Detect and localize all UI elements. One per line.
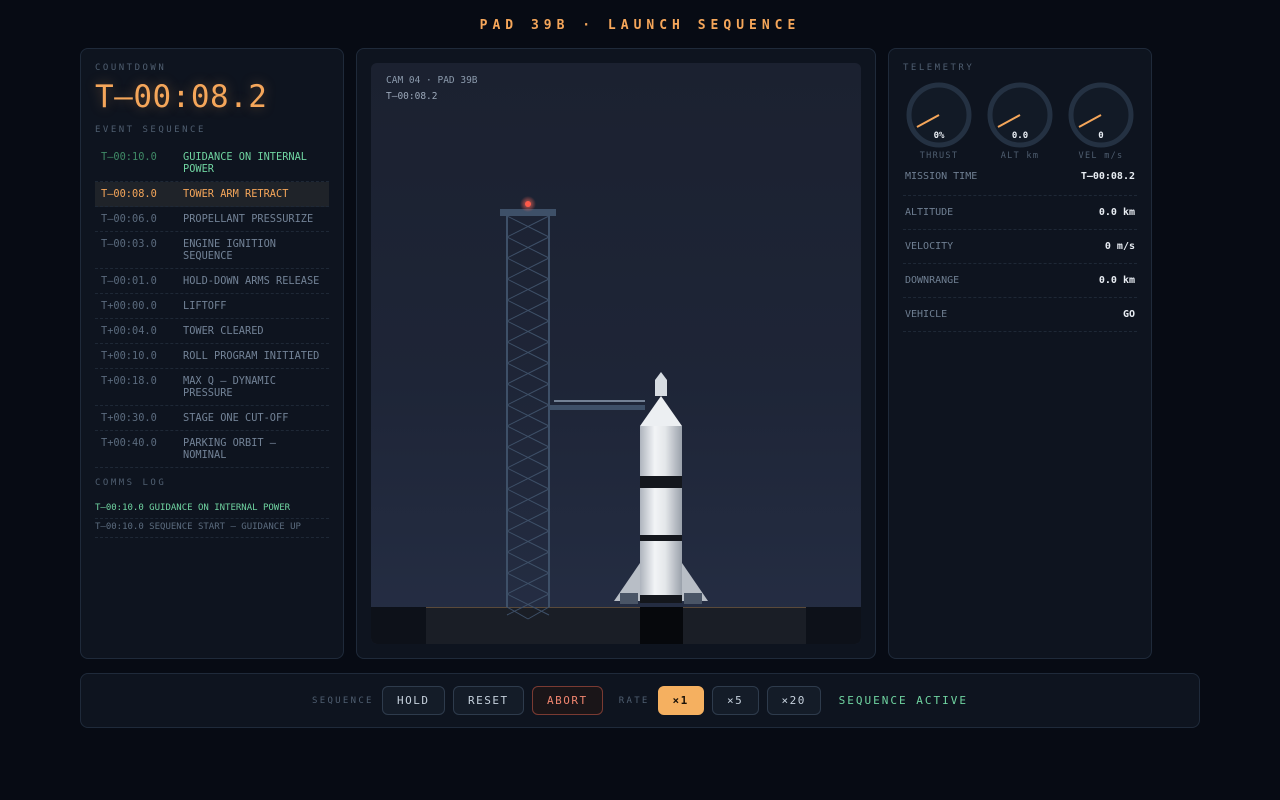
comms-entry: T—00:10.0 GUIDANCE ON INTERNAL POWER [95,500,329,519]
reset-button[interactable]: RESET [452,686,524,715]
telemetry-row: VELOCITY 0 m/s [903,230,1137,264]
telemetry-label: TELEMETRY [903,63,975,73]
event-time: T+00:18.0 [101,375,157,387]
event-row: T—00:06.0 PROPELLANT PRESSURIZE [95,207,329,232]
event-row: T+00:18.0 MAX Q — DYNAMIC PRESSURE [95,369,329,406]
gauge-alt: 0.0 ALT km [985,81,1055,161]
rate-label: RATE [618,695,650,706]
camera-panel: CAM 04 · PAD 39B T—00:08.2 [356,48,876,659]
comms-log-label: COMMS LOG [95,478,167,488]
event-sequence-label: EVENT SEQUENCE [95,125,206,135]
telemetry-row: MISSION TIME T—00:08.2 [903,171,1137,196]
event-description: TOWER CLEARED [183,325,264,337]
event-description: PROPELLANT PRESSURIZE [183,213,314,225]
event-description: GUIDANCE ON INTERNAL POWER [183,151,307,175]
event-row: T+00:10.0 ROLL PROGRAM INITIATED [95,344,329,369]
camera-viewport: CAM 04 · PAD 39B T—00:08.2 [371,63,861,644]
telemetry-row: ALTITUDE 0.0 km [903,196,1137,230]
event-row: T+00:40.0 PARKING ORBIT — NOMINAL [95,431,329,468]
telemetry-value: GO [1122,309,1135,320]
countdown-label: COUNTDOWN [95,63,167,73]
event-description: HOLD-DOWN ARMS RELEASE [183,275,320,287]
page-title: PAD 39B · LAUNCH SEQUENCE [479,18,801,33]
gauge-vel: 0 VEL m/s [1066,81,1136,161]
rate-button[interactable]: ×20 [766,686,821,715]
gauge-value: 0% [934,131,945,141]
beacon-light [525,201,531,207]
control-bar: SEQUENCE HOLD RESET ABORT RATE ×1 ×5 ×20 S… [80,673,1200,728]
telemetry-key: VEHICLE [905,309,948,320]
event-description: STAGE ONE CUT-OFF [183,412,289,424]
gauge-dial: 0.0 [987,82,1053,148]
telemetry-value: 0 m/s [1104,241,1135,252]
launch-tower [500,209,556,620]
countdown-panel: COUNTDOWN T—00:08.2 EVENT SEQUENCE T—00:… [80,48,344,659]
event-time: T+00:30.0 [101,412,157,424]
event-description: ROLL PROGRAM INITIATED [183,350,320,362]
event-row: T+00:04.0 TOWER CLEARED [95,319,329,344]
event-time: T—00:10.0 [101,151,157,163]
event-row: T—00:01.0 HOLD-DOWN ARMS RELEASE [95,269,329,294]
gauge-caption: THRUST [919,151,959,161]
event-row: T—00:03.0 ENGINE IGNITION SEQUENCE [95,232,329,269]
rate-button[interactable]: ×1 [657,686,704,715]
telemetry-panel: TELEMETRY 0% THRUST 0.0 ALT km 0 VEL m/s MISS… [888,48,1152,659]
event-description: ENGINE IGNITION SEQUENCE [183,238,276,262]
event-description: LIFTOFF [183,300,227,312]
event-time: T+00:00.0 [101,300,157,312]
telemetry-key: DOWNRANGE [905,275,960,286]
sequence-status: SEQUENCE ACTIVE [838,694,968,707]
countdown-display: T—00:08.2 [95,79,268,115]
flame-trench [640,607,683,644]
event-time: T—00:01.0 [101,275,157,287]
gauge-caption: ALT km [1000,151,1040,161]
telemetry-table: MISSION TIME T—00:08.2 ALTITUDE 0.0 km VELOC… [903,171,1137,332]
launch-pad [426,607,806,644]
telemetry-key: ALTITUDE [905,207,954,218]
gauge-dial: 0% [906,82,972,148]
launch-scene [371,196,861,644]
event-time: T—00:03.0 [101,238,157,250]
swing-arm [549,400,645,410]
event-list: T—00:10.0 GUIDANCE ON INTERNAL POWER T—00:… [95,145,329,468]
rate-button[interactable]: ×5 [711,686,759,715]
gauge-caption: VEL m/s [1078,151,1124,161]
event-row: T—00:10.0 GUIDANCE ON INTERNAL POWER [95,145,329,182]
event-description: PARKING ORBIT — NOMINAL [183,437,276,461]
event-time: T+00:04.0 [101,325,157,337]
telemetry-value: T—00:08.2 [1080,171,1135,182]
event-time: T—00:06.0 [101,213,157,225]
gauge-value: 0.0 [1012,131,1028,141]
gauge-value: 0 [1098,131,1103,141]
event-time: T—00:08.0 [101,188,157,200]
gauge-row: 0% THRUST 0.0 ALT km 0 VEL m/s [903,81,1137,161]
event-description: TOWER ARM RETRACT [183,188,289,200]
event-time: T+00:40.0 [101,437,157,449]
event-row: T—00:08.0 TOWER ARM RETRACT [95,182,329,207]
comms-entry: T—00:10.0 SEQUENCE START — GUIDANCE UP [95,519,329,538]
event-description: MAX Q — DYNAMIC PRESSURE [183,375,276,399]
gauge-thrust: 0% THRUST [904,81,974,161]
sequence-label: SEQUENCE [312,695,374,706]
event-row: T+00:00.0 LIFTOFF [95,294,329,319]
event-row: T+00:30.0 STAGE ONE CUT-OFF [95,406,329,431]
comms-log: T—00:10.0 GUIDANCE ON INTERNAL POWER T—00… [95,500,329,538]
telemetry-value: 0.0 km [1098,207,1135,218]
telemetry-key: VELOCITY [905,241,954,252]
abort-button[interactable]: ABORT [531,686,603,715]
telemetry-key: MISSION TIME [905,171,978,182]
telemetry-row: DOWNRANGE 0.0 km [903,264,1137,298]
telemetry-value: 0.0 km [1098,275,1135,286]
telemetry-row: VEHICLE GO [903,298,1137,332]
rate-selector: ×1 ×5 ×20 [657,686,829,715]
hold-button[interactable]: HOLD [381,686,445,715]
gauge-dial: 0 [1068,82,1134,148]
event-time: T+00:10.0 [101,350,157,362]
